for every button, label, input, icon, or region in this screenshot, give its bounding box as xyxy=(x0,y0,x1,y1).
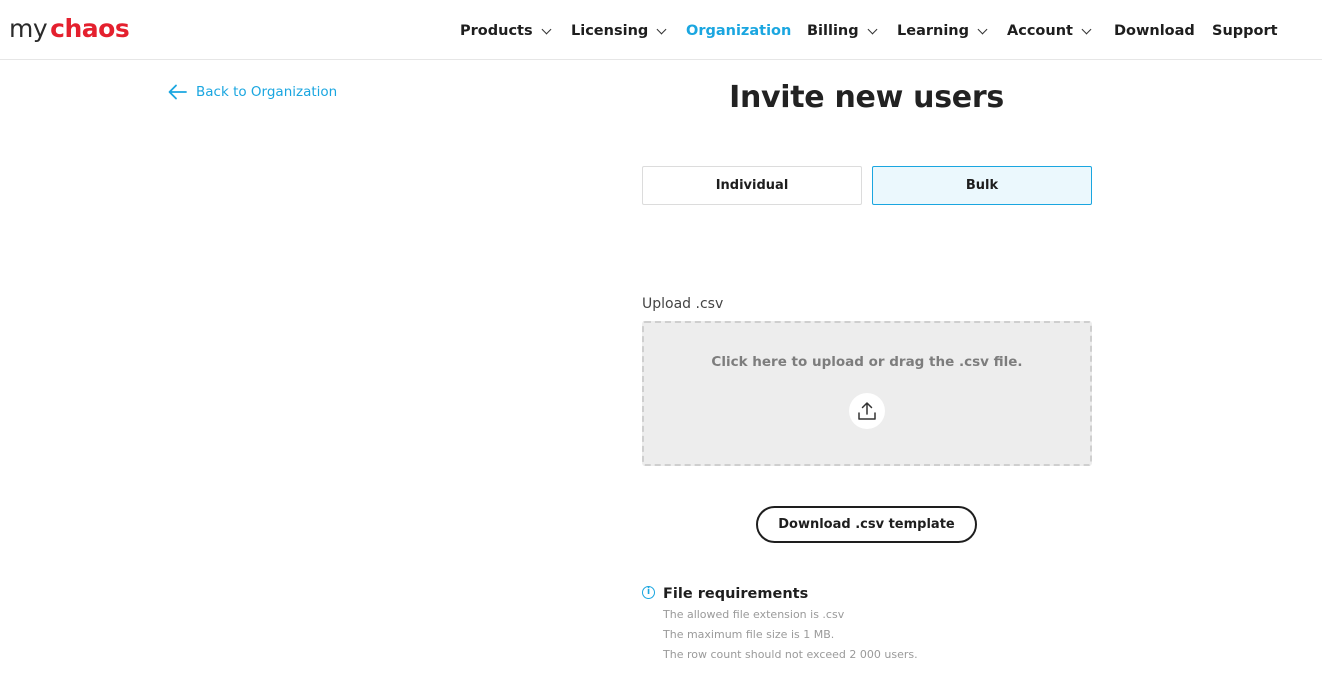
nav-licensing[interactable]: Licensing xyxy=(571,20,667,42)
info-icon: i xyxy=(642,586,655,599)
chevron-down-icon xyxy=(656,24,667,34)
nav-licensing-label: Licensing xyxy=(571,23,649,39)
logo-my-text: my xyxy=(9,14,48,43)
nav-learning-label: Learning xyxy=(897,23,970,39)
tab-individual[interactable]: Individual xyxy=(642,166,862,205)
page-title: Invite new users xyxy=(729,80,1004,115)
nav-billing-label: Billing xyxy=(807,23,859,39)
nav-support[interactable]: Support xyxy=(1212,20,1278,42)
mychaos-logo[interactable]: my chaos xyxy=(9,14,130,43)
nav-learning[interactable]: Learning xyxy=(897,20,988,42)
csv-dropzone[interactable]: Click here to upload or drag the .csv fi… xyxy=(642,321,1092,466)
file-requirements-title: File requirements xyxy=(663,586,809,602)
nav-download[interactable]: Download xyxy=(1114,20,1195,42)
nav-products[interactable]: Products xyxy=(460,20,552,42)
upload-label: Upload .csv xyxy=(642,296,724,312)
chevron-down-icon xyxy=(867,24,878,34)
arrow-left-icon xyxy=(168,84,187,100)
nav-products-label: Products xyxy=(460,23,533,39)
nav-download-label: Download xyxy=(1114,23,1195,39)
dropzone-text: Click here to upload or drag the .csv fi… xyxy=(711,354,1023,370)
nav-organization[interactable]: Organization xyxy=(686,20,791,42)
nav-billing[interactable]: Billing xyxy=(807,20,878,42)
chevron-down-icon xyxy=(977,24,988,34)
nav-organization-label: Organization xyxy=(686,23,792,39)
tab-bulk-label: Bulk xyxy=(965,178,999,193)
nav-support-label: Support xyxy=(1212,23,1278,39)
download-csv-template-button[interactable]: Download .csv template xyxy=(756,506,977,543)
tab-bulk[interactable]: Bulk xyxy=(872,166,1092,205)
tab-individual-label: Individual xyxy=(715,178,789,193)
requirement-item: The row count should not exceed 2 000 us… xyxy=(663,648,918,661)
nav-account-label: Account xyxy=(1007,23,1073,39)
requirement-item: The maximum file size is 1 MB. xyxy=(663,628,835,641)
logo-chaos-text: chaos xyxy=(50,14,130,43)
back-to-organization-link[interactable]: Back to Organization xyxy=(168,84,337,100)
upload-icon xyxy=(849,393,885,429)
chevron-down-icon xyxy=(1081,24,1092,34)
top-header: my chaos Products Licensing Organization… xyxy=(0,0,1322,60)
back-link-label: Back to Organization xyxy=(196,84,338,100)
nav-account[interactable]: Account xyxy=(1007,20,1092,42)
download-template-label: Download .csv template xyxy=(778,517,955,532)
chevron-down-icon xyxy=(541,24,552,34)
requirement-item: The allowed file extension is .csv xyxy=(663,608,845,621)
